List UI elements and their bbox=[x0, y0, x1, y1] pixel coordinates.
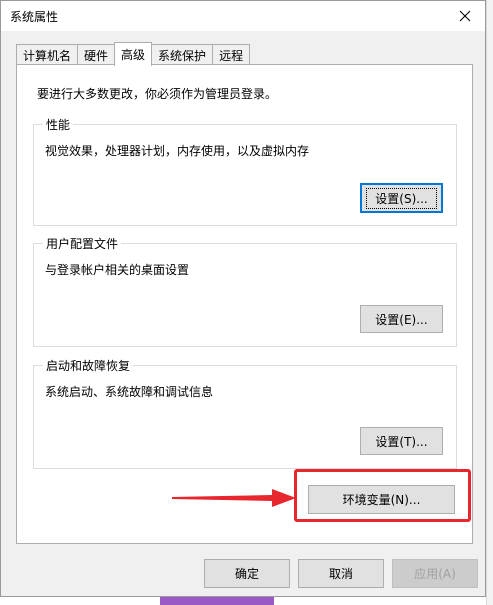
background-taskbar-item bbox=[160, 597, 274, 605]
performance-group: 性能 视觉效果，处理器计划，内存使用，以及虚拟内存 设置(S)... bbox=[33, 116, 457, 226]
performance-settings-label: 设置(S)... bbox=[366, 187, 437, 209]
tab-hardware[interactable]: 硬件 bbox=[77, 44, 116, 65]
window-title: 系统属性 bbox=[10, 10, 59, 24]
startup-recovery-description: 系统启动、系统故障和调试信息 bbox=[45, 385, 214, 399]
annotation-highlight-box bbox=[294, 469, 471, 522]
close-button[interactable] bbox=[445, 1, 485, 31]
ok-button[interactable]: 确定 bbox=[204, 559, 290, 588]
performance-description: 视觉效果，处理器计划，内存使用，以及虚拟内存 bbox=[45, 144, 310, 158]
performance-group-title: 性能 bbox=[43, 116, 74, 133]
apply-button[interactable]: 应用(A) bbox=[392, 559, 478, 588]
annotation-arrow-icon bbox=[172, 489, 296, 507]
user-profiles-group-title: 用户配置文件 bbox=[43, 235, 122, 252]
tab-system-protection[interactable]: 系统保护 bbox=[151, 44, 214, 65]
user-profiles-group: 用户配置文件 与登录帐户相关的桌面设置 设置(E)... bbox=[33, 235, 457, 347]
tab-advanced[interactable]: 高级 bbox=[114, 42, 153, 66]
tab-computer-name[interactable]: 计算机名 bbox=[16, 44, 79, 65]
cancel-button[interactable]: 取消 bbox=[298, 559, 384, 588]
user-profiles-settings-button[interactable]: 设置(E)... bbox=[360, 305, 443, 333]
admin-notice: 要进行大多数更改，你必须作为管理员登录。 bbox=[37, 87, 278, 101]
close-icon bbox=[459, 10, 471, 22]
startup-recovery-group: 启动和故障恢复 系统启动、系统故障和调试信息 设置(T)... bbox=[33, 357, 457, 469]
tab-remote[interactable]: 远程 bbox=[212, 44, 251, 65]
tab-strip: 计算机名 硬件 高级 系统保护 远程 bbox=[16, 42, 251, 66]
user-profiles-description: 与登录帐户相关的桌面设置 bbox=[45, 263, 190, 277]
startup-recovery-settings-button[interactable]: 设置(T)... bbox=[360, 427, 443, 455]
startup-recovery-group-title: 启动和故障恢复 bbox=[43, 357, 134, 374]
performance-settings-button[interactable]: 设置(S)... bbox=[360, 183, 443, 213]
background-window-edge bbox=[486, 0, 493, 605]
title-bar[interactable]: 系统属性 bbox=[1, 1, 485, 31]
